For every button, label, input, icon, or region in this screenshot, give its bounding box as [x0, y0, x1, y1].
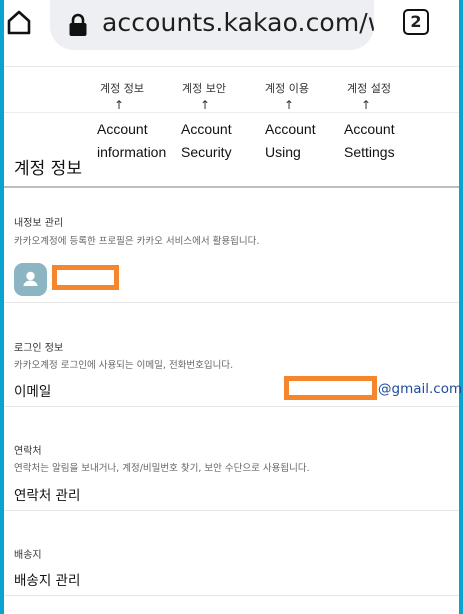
nav-item-account-settings[interactable]: 계정 설정 ↑ Account Settings: [344, 80, 434, 164]
avatar[interactable]: [14, 263, 47, 296]
header-divider: [4, 66, 459, 67]
section-divider: [4, 406, 459, 407]
shipping-manage-link[interactable]: 배송지 관리: [14, 569, 80, 589]
email-label: 이메일: [14, 384, 52, 400]
nav-arrow: ↑: [284, 98, 295, 112]
profile-section-label: 내정보 관리: [14, 218, 64, 229]
page-title: 계정 정보: [14, 159, 82, 179]
email-domain[interactable]: @gmail.com: [378, 381, 462, 397]
home-icon[interactable]: [6, 9, 32, 35]
nav-divider: [4, 112, 459, 113]
redacted-email-local-part: [284, 376, 377, 400]
login-section-label: 로그인 정보: [14, 343, 64, 354]
nav-item-label: 계정 이용: [265, 82, 309, 95]
lock-icon: [69, 13, 87, 36]
nav-annotation: Account Using: [265, 121, 316, 160]
tab-switcher-button[interactable]: 2: [403, 9, 429, 35]
nav-item-account-info[interactable]: 계정 정보 ↑ Account information: [97, 80, 187, 164]
person-icon: [23, 271, 38, 286]
login-section-description: 카카오계정 로그인에 사용되는 이메일, 전화번호입니다.: [14, 360, 234, 371]
nav-annotation: Account information: [97, 121, 167, 160]
nav-item-label: 계정 설정: [347, 82, 391, 95]
section-divider: [4, 302, 459, 303]
browser-bar: accounts.kakao.com/we 2: [4, 0, 459, 58]
nav-arrow: ↑: [361, 98, 372, 112]
nav-item-label: 계정 정보: [100, 82, 144, 95]
section-divider: [4, 510, 459, 511]
nav-arrow: ↑: [200, 98, 211, 112]
title-underline: [4, 186, 459, 188]
screen-frame-left: [0, 0, 4, 614]
nav-item-label: 계정 보안: [182, 82, 226, 95]
profile-section-description: 카카오계정에 등록한 프로필은 카카오 서비스에서 활용됩니다.: [14, 236, 260, 247]
url-text: accounts.kakao.com/we: [102, 8, 374, 37]
screen-frame-right: [459, 0, 463, 614]
contact-section-label: 연락처: [14, 446, 42, 457]
shipping-section-label: 배송지: [14, 550, 42, 561]
nav-item-account-security[interactable]: 계정 보안 ↑ Account Security: [181, 80, 271, 164]
contact-manage-link[interactable]: 연락처 관리: [14, 484, 80, 504]
address-bar[interactable]: accounts.kakao.com/we: [50, 0, 374, 50]
section-divider: [4, 595, 459, 596]
nav-item-account-using[interactable]: 계정 이용 ↑ Account Using: [265, 80, 355, 164]
nav-annotation: Account Settings: [344, 121, 395, 160]
nav-arrow: ↑: [114, 98, 125, 112]
nav-annotation: Account Security: [181, 121, 232, 160]
redacted-profile-name: [52, 265, 119, 290]
contact-section-description: 연락처는 알림을 보내거나, 계정/비밀번호 찾기, 보안 수단으로 사용됩니다…: [14, 463, 310, 474]
